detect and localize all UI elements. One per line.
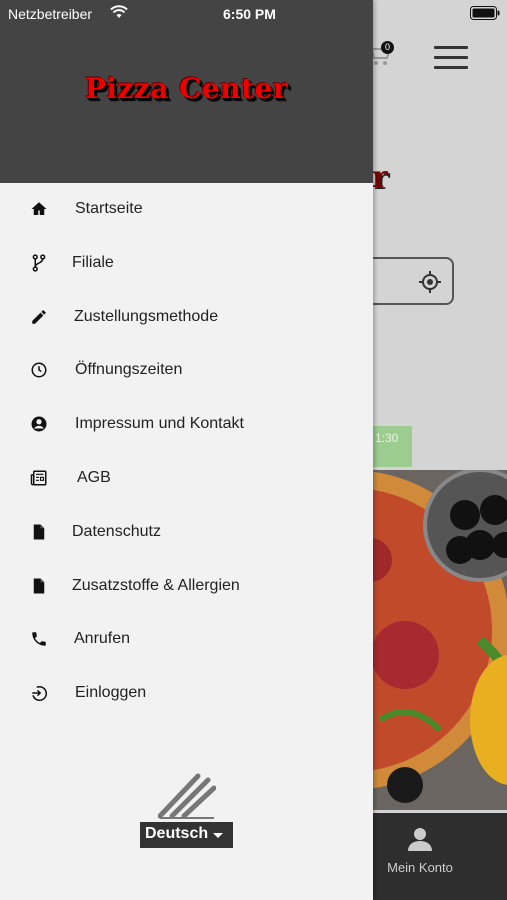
vendor-logo: [158, 773, 216, 819]
clock-icon: [29, 360, 49, 380]
menu-item-zusatzstoffe[interactable]: Zusatzstoffe & Allergien: [0, 563, 373, 609]
menu-label-impressum: Impressum und Kontakt: [75, 415, 244, 432]
menu-item-impressum[interactable]: Impressum und Kontakt: [0, 401, 373, 447]
menu-item-datenschutz[interactable]: Datenschutz: [0, 509, 373, 555]
hamburger-menu-icon[interactable]: [434, 46, 468, 70]
menu-item-agb[interactable]: AGB: [0, 455, 373, 501]
menu-label-zusatzstoffe: Zusatzstoffe & Allergien: [72, 577, 240, 594]
branch-icon: [29, 253, 49, 273]
background-title-fragment: r: [372, 160, 388, 195]
home-icon: [29, 199, 49, 219]
status-bar: Netzbetreiber 6:50 PM: [0, 0, 507, 28]
status-time: 6:50 PM: [223, 6, 276, 22]
caret-down-icon: [213, 833, 223, 838]
menu-label-oeffnungszeiten: Öffnungszeiten: [75, 361, 183, 378]
menu-item-oeffnungszeiten[interactable]: Öffnungszeiten: [0, 347, 373, 393]
menu-label-einloggen: Einloggen: [75, 684, 147, 701]
file-icon: [29, 522, 49, 542]
wifi-icon: [110, 5, 128, 18]
opening-time-badge: 1:30: [372, 426, 412, 467]
tab-account-label: Mein Konto: [387, 860, 453, 875]
menu-label-zustellungsmethode: Zustellungsmethode: [74, 308, 219, 325]
login-icon: [29, 683, 49, 703]
locate-icon[interactable]: [418, 270, 442, 294]
menu-label-filiale: Filiale: [72, 254, 114, 271]
menu-item-einloggen[interactable]: Einloggen: [0, 670, 373, 716]
menu-item-startseite[interactable]: Startseite: [0, 186, 373, 232]
menu-item-anrufen[interactable]: Anrufen: [0, 616, 373, 662]
pencil-icon: [29, 307, 49, 327]
account-circle-icon: [29, 414, 49, 434]
cart-count-badge: 0: [381, 41, 394, 54]
newspaper-icon: [29, 468, 49, 488]
menu-item-zustellungsmethode[interactable]: Zustellungsmethode: [0, 294, 373, 340]
menu-label-anrufen: Anrufen: [74, 630, 131, 647]
menu-item-filiale[interactable]: Filiale: [0, 240, 373, 286]
carrier-label: Netzbetreiber: [8, 6, 93, 22]
file-icon: [29, 576, 49, 596]
phone-icon: [29, 629, 49, 649]
menu-label-datenschutz: Datenschutz: [72, 523, 161, 540]
language-selected: Deutsch: [145, 825, 209, 842]
language-dropdown[interactable]: Deutsch: [140, 822, 233, 848]
person-icon: [408, 828, 432, 851]
battery-icon: [470, 6, 500, 20]
brand-logo: Pizza Center: [84, 72, 289, 105]
navigation-drawer: Pizza Center Startseite Filiale Zustellu…: [0, 0, 373, 900]
menu-label-startseite: Startseite: [75, 200, 143, 217]
tab-account[interactable]: Mein Konto: [378, 826, 462, 875]
menu-label-agb: AGB: [77, 469, 111, 486]
